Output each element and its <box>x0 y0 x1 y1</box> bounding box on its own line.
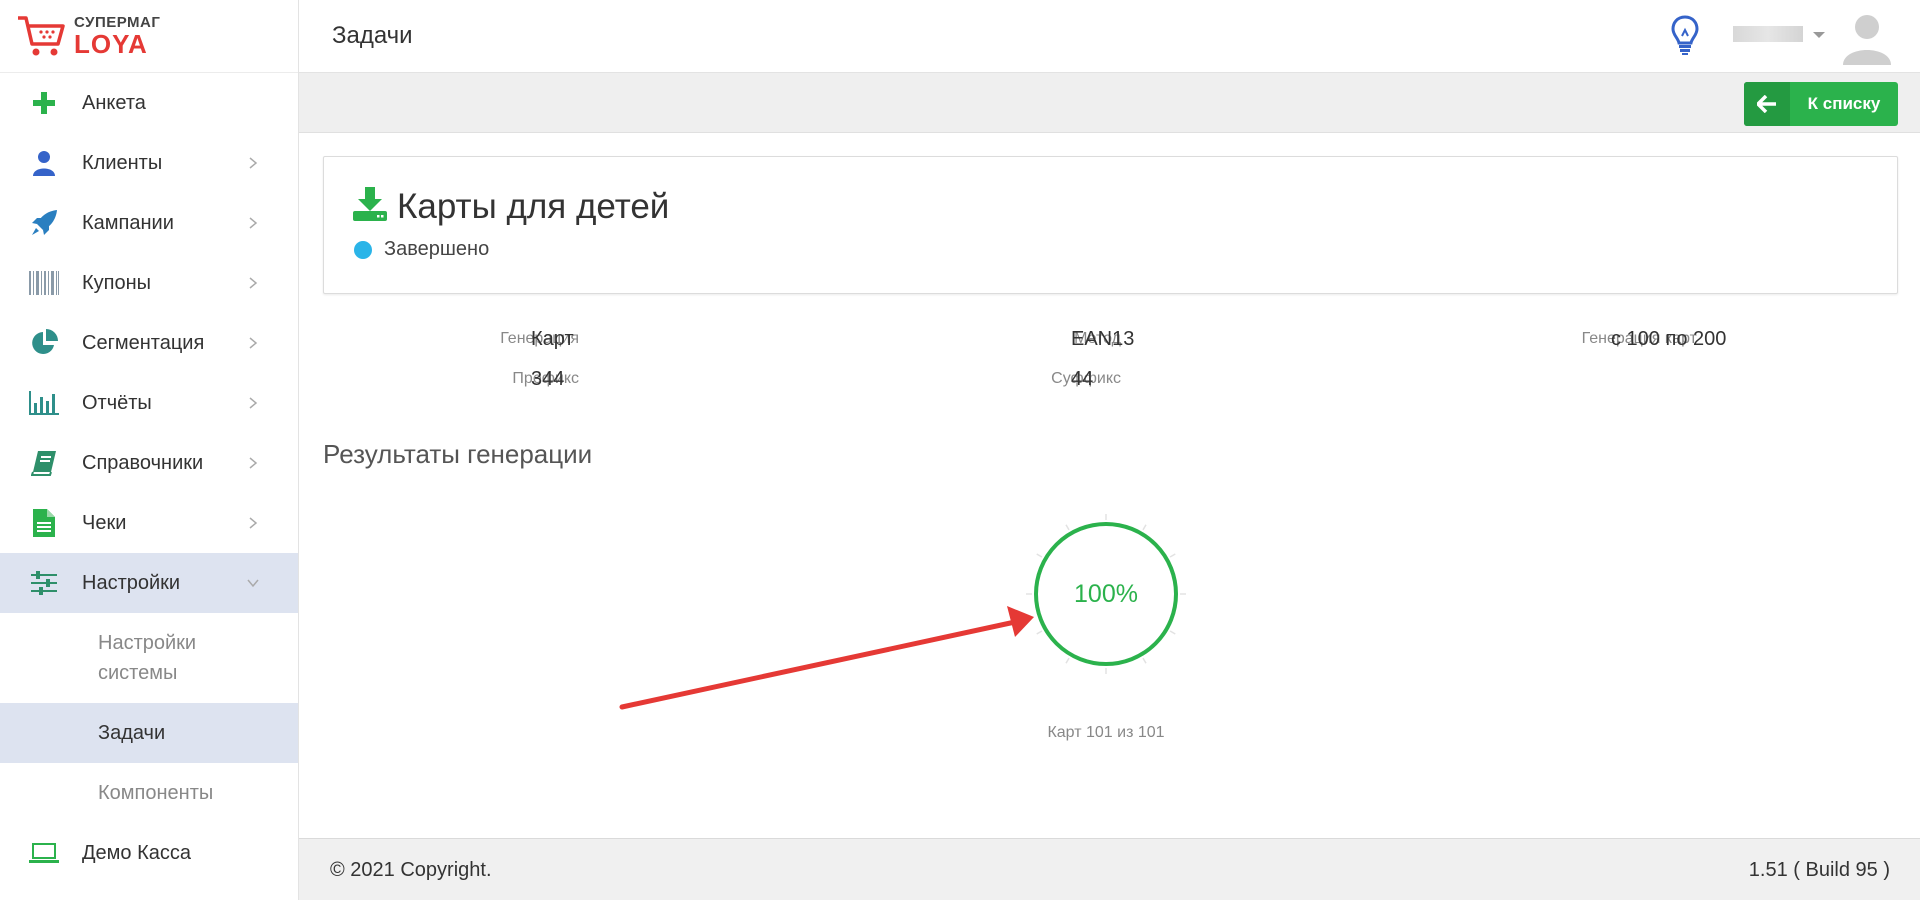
sidebar-item-label: Настройки <box>82 571 181 594</box>
logo-line2: LOYA <box>74 29 148 59</box>
cart-icon <box>18 16 65 56</box>
lightbulb-icon[interactable] <box>1670 14 1700 56</box>
sidebar-subitem-label: Компоненты <box>98 782 214 804</box>
back-to-list-button[interactable]: К списку <box>1744 82 1898 126</box>
sidebar-item-demo-pos[interactable]: Демо Касса <box>0 823 298 883</box>
chevron-right-icon <box>249 157 258 169</box>
copyright-text: © 2021 Copyright. <box>330 859 492 881</box>
sidebar-subitem-label: Настройки системы <box>98 632 197 684</box>
red-arrow-annotation <box>619 606 1034 710</box>
sidebar-item-references[interactable]: Справочники <box>0 433 298 493</box>
sidebar-item-coupons[interactable]: Купоны <box>0 253 298 313</box>
logo[interactable]: СУПЕРМАГ LOYA <box>0 0 298 73</box>
sidebar-item-label: Сегментация <box>82 331 205 354</box>
chevron-right-icon <box>249 457 258 469</box>
sidebar-item-clients[interactable]: Клиенты <box>0 133 298 193</box>
sidebar-item-label: Отчёты <box>82 391 152 414</box>
sidebar-item-label: Справочники <box>82 451 204 474</box>
book-icon <box>28 449 60 477</box>
main-content: Карты для детей Завершено Генерация Карт… <box>299 134 1920 838</box>
footer: © 2021 Copyright. 1.51 ( Build 95 ) <box>299 838 1920 900</box>
barcode-icon <box>28 269 60 297</box>
sidebar-item-segmentation[interactable]: Сегментация <box>0 313 298 373</box>
sidebar-item-reports[interactable]: Отчёты <box>0 373 298 433</box>
sidebar-item-label: Кампании <box>82 211 174 234</box>
sidebar-item-receipts[interactable]: Чеки <box>0 493 298 553</box>
sidebar-item-label: Анкета <box>82 91 146 114</box>
results-title: Результаты генерации <box>323 439 593 469</box>
sidebar-item-settings[interactable]: Настройки <box>0 553 298 613</box>
field-value-suffix: 44 <box>1071 368 1094 390</box>
top-header: Задачи <box>299 0 1920 73</box>
plus-icon <box>28 89 60 117</box>
sidebar-subitem-tasks[interactable]: Задачи <box>0 703 298 763</box>
arrow-left-icon <box>1744 82 1790 126</box>
action-bar: К списку <box>299 73 1920 133</box>
page-title: Задачи <box>332 22 413 49</box>
logo-line1: СУПЕРМАГ <box>74 14 161 31</box>
task-title: Карты для детей <box>397 187 670 226</box>
sidebar: СУПЕРМАГ LOYA Анкета Клиенты Кампании Ку… <box>0 0 299 900</box>
user-icon <box>28 149 60 177</box>
sidebar-item-campaigns[interactable]: Кампании <box>0 193 298 253</box>
caret-down-icon[interactable] <box>1813 32 1825 38</box>
rocket-icon <box>28 209 60 237</box>
sidebar-item-label: Клиенты <box>82 151 163 174</box>
sidebar-item-label: Купоны <box>82 271 152 294</box>
task-status: Завершено <box>384 238 490 260</box>
progress-ring: 100% <box>1026 514 1186 674</box>
file-icon <box>28 509 60 537</box>
chevron-right-icon <box>249 517 258 529</box>
progress-percent: 100% <box>1074 580 1138 608</box>
field-value-generation: Карт <box>531 328 574 350</box>
progress-caption: Карт 101 из 101 <box>1047 724 1165 741</box>
user-name-blurred[interactable] <box>1733 26 1803 42</box>
download-icon <box>353 187 387 221</box>
field-value-prefix: 344 <box>531 368 565 390</box>
chevron-right-icon <box>249 337 258 349</box>
sidebar-subitem-components[interactable]: Компоненты <box>0 763 298 823</box>
sidebar-item-label: Чеки <box>82 511 127 534</box>
chevron-right-icon <box>249 217 258 229</box>
field-value-method: EAN13 <box>1071 328 1135 350</box>
sidebar-item-label: Демо Касса <box>82 841 191 864</box>
chevron-right-icon <box>249 277 258 289</box>
field-value-card-generation: с 100 по 200 <box>1611 328 1727 350</box>
version-text: 1.51 ( Build 95 ) <box>1748 859 1890 881</box>
pie-icon <box>28 329 60 357</box>
sliders-icon <box>28 569 60 597</box>
sidebar-subitem-label: Задачи <box>98 722 166 744</box>
sidebar-subitem-system-settings[interactable]: Настройки системы <box>0 613 298 703</box>
chevron-right-icon <box>249 397 258 409</box>
back-button-label: К списку <box>1807 94 1881 113</box>
chevron-down-icon <box>247 579 259 588</box>
laptop-icon <box>28 839 60 867</box>
bar-chart-icon <box>28 389 60 417</box>
sidebar-item-anketa[interactable]: Анкета <box>0 73 298 133</box>
avatar[interactable] <box>1839 9 1895 65</box>
task-card: Карты для детей Завершено <box>323 156 1898 294</box>
status-dot-icon <box>354 241 372 259</box>
